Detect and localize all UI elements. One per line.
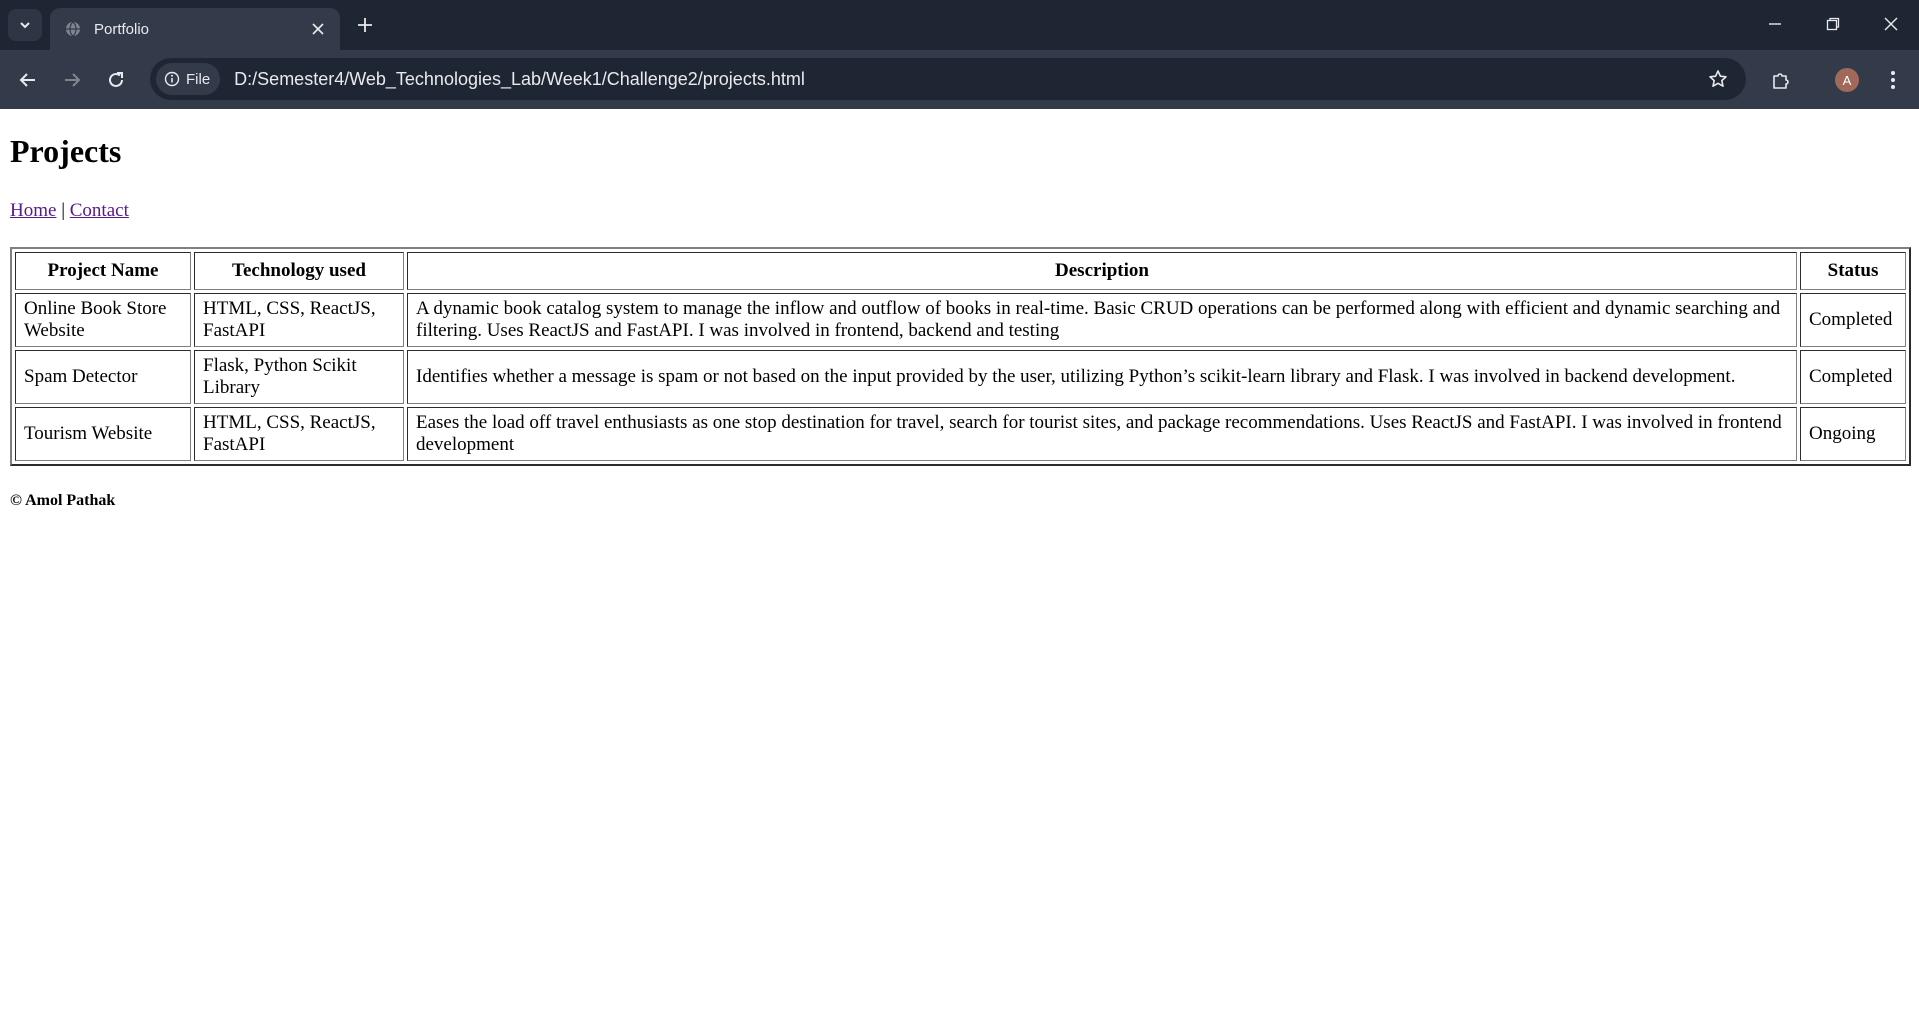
- plus-icon: [358, 18, 372, 32]
- close-icon: [312, 23, 324, 35]
- table-header-row: Project Name Technology used Description…: [15, 252, 1906, 290]
- header-technology: Technology used: [194, 252, 404, 290]
- cell-technology: HTML, CSS, ReactJS, FastAPI: [194, 407, 404, 461]
- tab-title: Portfolio: [94, 20, 150, 38]
- close-window-button[interactable]: [1868, 8, 1914, 40]
- address-bar[interactable]: File D:/Semester4/Web_Technologies_Lab/W…: [150, 58, 1746, 100]
- cell-technology: Flask, Python Scikit Library: [194, 350, 404, 404]
- back-arrow-icon: [19, 73, 35, 87]
- contact-link[interactable]: Contact: [70, 200, 129, 221]
- header-project-name: Project Name: [15, 252, 191, 290]
- cell-technology: HTML, CSS, ReactJS, FastAPI: [194, 293, 404, 347]
- restore-button[interactable]: [1810, 8, 1856, 40]
- cell-status: Completed: [1800, 293, 1906, 347]
- table-row: Online Book Store Website HTML, CSS, Rea…: [15, 293, 1906, 347]
- forward-arrow-icon: [65, 73, 81, 87]
- back-button[interactable]: [12, 64, 44, 96]
- avatar: A: [1835, 68, 1859, 92]
- browser-toolbar: File D:/Semester4/Web_Technologies_Lab/W…: [0, 50, 1919, 109]
- star-icon: [1709, 70, 1727, 87]
- minimize-icon: [1769, 23, 1781, 25]
- nav-separator: |: [61, 200, 65, 221]
- restore-icon: [1826, 17, 1840, 31]
- cell-project-name: Tourism Website: [15, 407, 191, 461]
- url-text[interactable]: D:/Semester4/Web_Technologies_Lab/Week1/…: [234, 69, 1700, 90]
- reload-icon: [109, 72, 123, 87]
- more-vert-icon: [1891, 71, 1895, 89]
- close-icon: [1884, 17, 1898, 31]
- table-row: Tourism Website HTML, CSS, ReactJS, Fast…: [15, 407, 1906, 461]
- browser-tab[interactable]: Portfolio: [50, 8, 340, 50]
- table-row: Spam Detector Flask, Python Scikit Libra…: [15, 350, 1906, 404]
- extensions-button[interactable]: [1764, 63, 1798, 97]
- puzzle-icon: [1773, 73, 1789, 89]
- tab-close-button[interactable]: [304, 15, 332, 43]
- cell-status: Completed: [1800, 350, 1906, 404]
- browser-tabstrip: Portfolio: [0, 0, 1919, 50]
- home-link[interactable]: Home: [10, 200, 56, 221]
- cell-project-name: Spam Detector: [15, 350, 191, 404]
- bookmark-button[interactable]: [1700, 61, 1736, 97]
- forward-button[interactable]: [56, 64, 88, 96]
- cell-status: Ongoing: [1800, 407, 1906, 461]
- chip-label: File: [186, 70, 211, 88]
- minimize-button[interactable]: [1752, 8, 1798, 40]
- page-title: Projects: [10, 133, 122, 169]
- profile-button[interactable]: A: [1830, 63, 1864, 97]
- footer-copyright: © Amol Pathak: [10, 492, 116, 509]
- page-content: Projects Home | Contact Project Name Tec…: [0, 133, 1919, 510]
- site-info-chip[interactable]: File: [156, 63, 221, 95]
- cell-description: Eases the load off travel enthusiasts as…: [407, 407, 1797, 461]
- projects-table: Project Name Technology used Description…: [10, 247, 1911, 466]
- reload-button[interactable]: [100, 64, 132, 96]
- new-tab-button[interactable]: [350, 11, 380, 39]
- tab-search-button[interactable]: [8, 9, 42, 41]
- header-description: Description: [407, 252, 1797, 290]
- cell-project-name: Online Book Store Website: [15, 293, 191, 347]
- cell-description: Identifies whether a message is spam or …: [407, 350, 1797, 404]
- globe-icon: [64, 20, 82, 38]
- page-nav: Home | Contact: [10, 200, 1909, 222]
- menu-button[interactable]: [1876, 63, 1910, 97]
- cell-description: A dynamic book catalog system to manage …: [407, 293, 1797, 347]
- info-icon: [164, 71, 180, 87]
- header-status: Status: [1800, 252, 1906, 290]
- chevron-down-icon: [20, 22, 30, 29]
